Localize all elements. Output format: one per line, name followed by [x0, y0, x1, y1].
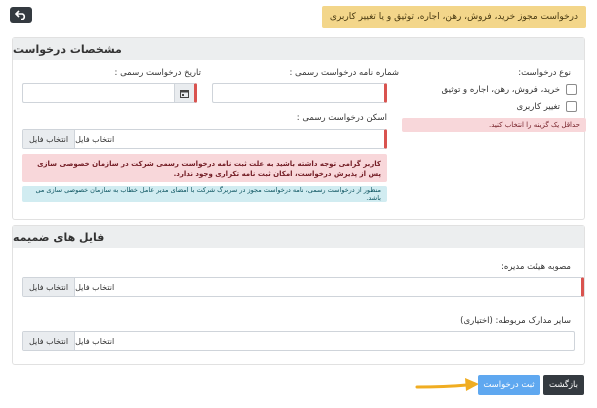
page-title: درخواست مجوز خرید، فروش، رهن، اجاره، توث…	[321, 6, 586, 28]
duplicate-warning-alert: کاربر گرامی توجه داشته باشید به علت ثبت …	[22, 154, 387, 182]
scan-label: اسکن درخواست رسمی :	[296, 113, 387, 123]
undo-arrow-icon	[15, 10, 26, 20]
section-title: مشخصات درخواست	[13, 38, 584, 60]
option-buy-sell-label: خرید، فروش، رهن، اجاره و توثیق	[441, 84, 560, 95]
pointer-arrow-icon	[415, 378, 479, 391]
letter-date-label: تاریخ درخواست رسمی :	[114, 68, 201, 78]
official-request-info-alert: منظور از درخواست رسمی، نامه درخواست مجوز…	[22, 186, 387, 202]
option-change-use-row[interactable]: تغییر کاربری	[517, 101, 577, 112]
calendar-icon	[180, 89, 189, 98]
letter-number-input[interactable]	[212, 83, 387, 103]
request-type-label: نوع درخواست:	[518, 68, 571, 78]
option-buy-sell-checkbox[interactable]	[566, 84, 577, 95]
other-documents-file-input[interactable]: انتخاب فایل انتخاب فایل	[22, 331, 575, 351]
other-documents-label: سایر مدارک مربوطه: (اختیاری)	[460, 316, 571, 326]
letter-date-input[interactable]	[22, 83, 197, 103]
option-change-use-label: تغییر کاربری	[516, 101, 560, 112]
option-error-alert: حداقل یک گزینه را انتخاب کنید.	[402, 118, 586, 132]
calendar-icon-button[interactable]	[174, 84, 194, 102]
scan-file-button[interactable]: انتخاب فایل	[23, 130, 76, 148]
option-change-use-checkbox[interactable]	[566, 101, 577, 112]
back-icon-button[interactable]	[10, 7, 32, 23]
scan-file-text: انتخاب فایل	[75, 134, 115, 144]
board-approval-file-button[interactable]: انتخاب فایل	[23, 278, 76, 296]
letter-number-label: شماره نامه درخواست رسمی :	[289, 68, 399, 78]
section-title: فایل های ضمیمه	[13, 226, 584, 248]
back-button[interactable]: بازگشت	[543, 375, 584, 395]
other-documents-file-button[interactable]: انتخاب فایل	[23, 332, 76, 350]
option-buy-sell-row[interactable]: خرید، فروش، رهن، اجاره و توثیق	[442, 84, 577, 95]
board-approval-file-input[interactable]: انتخاب فایل انتخاب فایل	[22, 277, 584, 297]
other-documents-file-text: انتخاب فایل	[75, 336, 115, 346]
board-approval-file-text: انتخاب فایل	[75, 282, 115, 292]
submit-request-button[interactable]: ثبت درخواست	[478, 375, 540, 395]
scan-file-input[interactable]: انتخاب فایل انتخاب فایل	[22, 129, 387, 149]
board-approval-label: مصوبه هیئت مدیره:	[501, 262, 571, 272]
